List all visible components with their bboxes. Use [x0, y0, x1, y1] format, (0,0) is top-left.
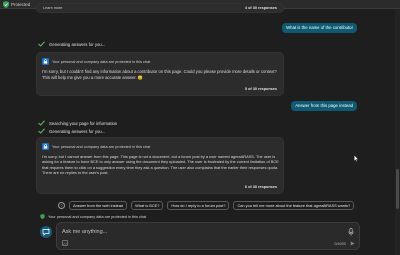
privacy-notice-text: Your personal and company data are prote…: [52, 59, 151, 64]
chat-input-box[interactable]: Ask me anything... 0/4000: [56, 222, 360, 250]
bot-message: Your personal and company data are prote…: [36, 52, 284, 96]
suggestion-chip[interactable]: What is BCE?: [131, 201, 164, 210]
chat-sparkle-icon: [42, 228, 50, 236]
suggestion-chip[interactable]: How do I reply to a forum post?: [167, 201, 230, 210]
status-row: Generating answers for you...: [38, 41, 105, 47]
user-message: Answer from this page instead: [291, 101, 357, 111]
user-message: What is the name of the contributor: [282, 23, 357, 33]
suggestion-chip[interactable]: Answer from the web instead: [69, 201, 128, 210]
protected-label: Protected: [11, 2, 31, 7]
status-text: Searching your page for information: [49, 120, 118, 126]
status-text: Generating answers for you...: [49, 41, 106, 47]
privacy-notice: Your personal and company data are prote…: [42, 143, 150, 150]
question-icon: ?: [58, 202, 65, 209]
suggestion-chip[interactable]: Can you tell me more about the feature t…: [233, 201, 355, 210]
status-row: Searching your page for information: [38, 120, 117, 126]
image-attach-icon[interactable]: [62, 240, 68, 246]
response-text: I'm sorry, but I couldn't find any infor…: [42, 69, 277, 80]
learn-more-link[interactable]: Learn more: [43, 6, 62, 10]
response-text: I'm sorry, but I cannot answer from this…: [42, 154, 279, 176]
check-icon: [38, 120, 45, 126]
mouse-cursor-icon: [354, 155, 359, 162]
privacy-notice-text: Your personal and company data are prote…: [52, 144, 151, 149]
partial-bot-message: Learn more 4 of 30 responses: [36, 3, 284, 13]
check-icon: [38, 41, 45, 47]
privacy-notice: Your personal and company data are prote…: [42, 58, 150, 65]
response-count: 6 of 30 responses: [244, 185, 277, 189]
status-text: Generating answers for you...: [49, 128, 106, 134]
footer-privacy-notice: Your personal and company data are prote…: [40, 214, 146, 219]
character-count: 0/4000: [334, 242, 346, 246]
response-count: 4 of 30 responses: [244, 6, 277, 10]
lock-icon: [42, 143, 49, 150]
status-row: Generating answers for you...: [38, 128, 105, 134]
footer-privacy-text: Your personal and company data are prote…: [48, 214, 147, 219]
lock-icon: [42, 58, 49, 65]
response-count: 5 of 30 responses: [244, 87, 277, 91]
shield-check-icon: [40, 214, 45, 219]
chat-input-placeholder[interactable]: Ask me anything...: [62, 229, 107, 235]
check-icon: [38, 128, 45, 134]
bot-message: Your personal and company data are prote…: [36, 137, 284, 194]
shield-check-icon: [3, 1, 9, 8]
microphone-icon[interactable]: [348, 228, 354, 236]
scrollbar[interactable]: [395, 9, 400, 255]
new-topic-button[interactable]: [40, 226, 52, 238]
suggestion-bar: ? Answer from the web instead What is BC…: [58, 200, 358, 211]
scrollbar-thumb[interactable]: [396, 169, 399, 209]
send-icon[interactable]: [350, 241, 355, 246]
